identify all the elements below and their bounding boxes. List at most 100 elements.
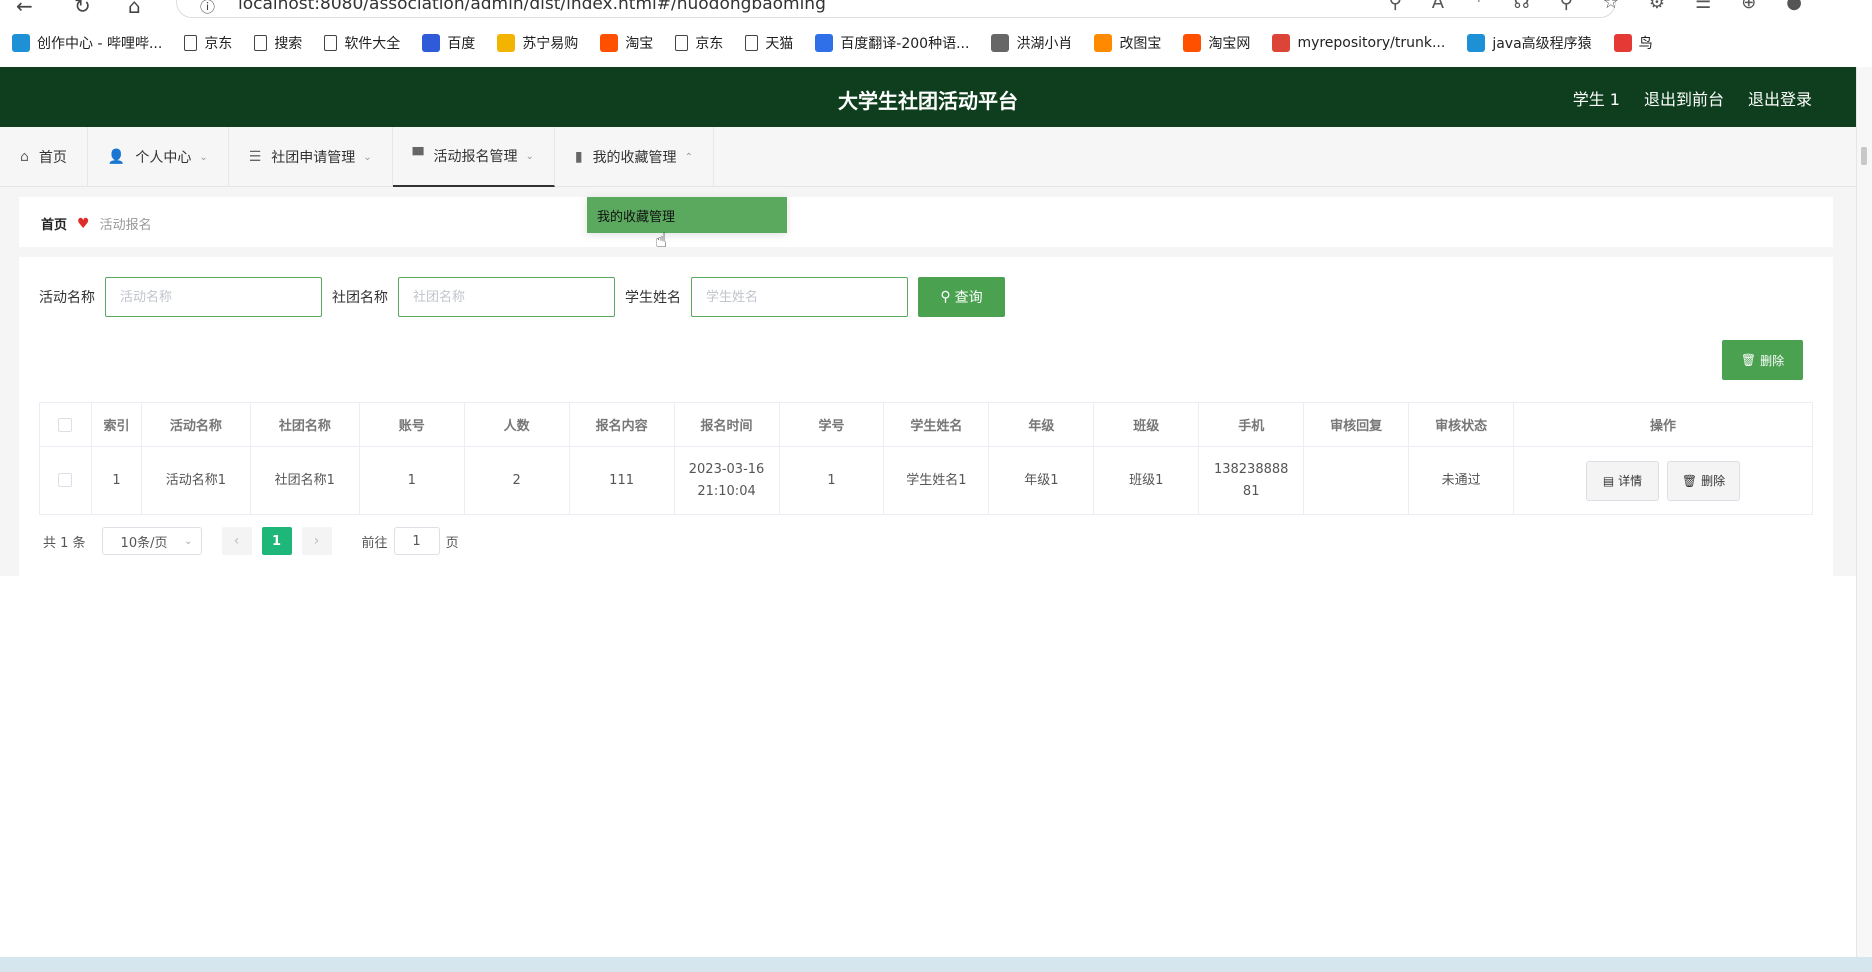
search-button[interactable]: ⚲ 查询	[918, 277, 1005, 317]
chevron-up-icon: ⌃	[684, 151, 693, 163]
select-all-checkbox[interactable]	[58, 417, 73, 432]
row-checkbox[interactable]	[58, 473, 73, 487]
bookmark-item[interactable]: 苏宁易购	[497, 33, 578, 53]
chart-icon: ▮	[574, 149, 583, 165]
search-button-label: 查询	[954, 290, 983, 306]
page-size-select[interactable]: 10条/页 ⌄	[101, 527, 202, 555]
bookmark-item[interactable]: java高级程序猿	[1467, 33, 1592, 53]
bookmark-label: 淘宝	[625, 36, 654, 52]
table-cell: 2	[463, 446, 570, 515]
refresh-icon[interactable]: ↻	[74, 0, 91, 18]
cell-value: 社团名称1	[274, 472, 335, 488]
row-delete-button[interactable]: 🗑 删除	[1667, 460, 1741, 501]
column-header: 账号	[358, 402, 465, 447]
page-scrollbar[interactable]	[1856, 67, 1872, 962]
search-icon: ⚲	[940, 289, 951, 305]
dropdown-item-favorites[interactable]: 我的收藏管理	[597, 206, 675, 225]
bookmark-label: 洪湖小肖	[1016, 36, 1073, 52]
bookmark-item[interactable]: myrepository/trunk...	[1272, 34, 1445, 52]
bookmark-item[interactable]: 创作中心 - 哔哩哔...	[12, 33, 162, 53]
bookmark-item[interactable]: 淘宝	[600, 33, 653, 53]
cell-value: 活动名称1	[165, 472, 227, 488]
bulk-delete-button[interactable]: 🗑 删除	[1722, 340, 1803, 380]
trash-icon: 🗑	[1681, 473, 1698, 488]
menu-item[interactable]: 👤 个人中心 ⌄	[88, 127, 229, 187]
baidu-paw-icon	[422, 34, 441, 52]
table-cell: 1	[358, 446, 465, 515]
main-card: 活动名称 社团名称 学生姓名 ⚲ 查询 🗑 删除 索引活动名称社团名称账号人数报…	[19, 257, 1833, 576]
cell-value: 111	[609, 472, 634, 488]
cell-value: 1	[407, 472, 416, 488]
menu-item[interactable]: ▮ 我的收藏管理 ⌃	[555, 127, 714, 187]
table-body: 1 活动名称1 社团名称1 1 2 111 2023-03-16 21:10:04 1 学生姓名…	[39, 446, 1813, 515]
column-header: 年级	[988, 402, 1095, 447]
column-header: 审核状态	[1408, 402, 1515, 447]
table-cell: 1	[90, 446, 142, 515]
bookmark-item[interactable]: 百度	[422, 33, 475, 53]
bookmark-item[interactable]: 洪湖小肖	[991, 33, 1072, 53]
goto-page-input[interactable]	[393, 527, 440, 555]
prev-page-button[interactable]: ‹	[221, 527, 252, 555]
table-cell: 学生姓名1	[883, 446, 990, 515]
table-header-row: 索引 活动名称 社团名称 账号 人数 报名内容 报名时间 学号 学生姓名 年级 班级 手机 审核回复 审核…	[39, 402, 1813, 447]
bookmark-item[interactable]: 搜索	[254, 33, 302, 53]
scrollbar-thumb[interactable]	[1861, 147, 1867, 165]
menu-item-label: 社团申请管理	[271, 150, 356, 166]
student-name-input[interactable]	[691, 277, 908, 317]
favorites-dropdown: 我的收藏管理	[587, 197, 787, 233]
bookmark-label: 淘宝网	[1208, 36, 1251, 52]
bookmarks-bar: 创作中心 - 哔哩哔... 京东 搜索 软件大全 百度 苏宁易购 淘宝 京东 天猫 百度翻译-20…	[0, 26, 1872, 60]
current-user-link[interactable]: 学生 1	[1573, 86, 1620, 110]
home-icon: ⌂	[20, 149, 29, 165]
cell-value: 2	[512, 472, 521, 488]
chevron-left-icon: ‹	[233, 533, 240, 549]
table-cell: 活动名称1	[140, 446, 251, 515]
trash-icon: 🗑	[1740, 353, 1757, 367]
bookmark-item[interactable]: 改图宝	[1094, 33, 1161, 53]
file-icon	[745, 35, 759, 51]
browser-tools-icons[interactable]: ⚲A⁺☊⚲☆⚙☰⊕●	[1389, 0, 1832, 13]
column-header: 学生姓名	[883, 402, 990, 447]
bookmark-item[interactable]: 鸟	[1613, 33, 1653, 53]
gaitubao-icon	[1094, 34, 1113, 52]
bookmark-label: 天猫	[765, 36, 794, 52]
bookmark-item[interactable]: 天猫	[745, 33, 793, 53]
bulk-delete-label: 删除	[1760, 353, 1785, 368]
back-arrow-icon[interactable]: ←	[16, 0, 33, 18]
bookmark-item[interactable]: 京东	[675, 33, 723, 53]
column-header: 人数	[463, 402, 570, 447]
bookmark-item[interactable]: 京东	[184, 33, 232, 53]
browser-toolbar: ← ↻ ⌂ ⓘ localhost:8080/association/admin…	[0, 0, 1872, 20]
bookmark-item[interactable]: 淘宝网	[1183, 33, 1250, 53]
back-to-front-link[interactable]: 退出到前台	[1644, 86, 1724, 110]
club-name-input[interactable]	[398, 277, 615, 317]
select-all-cell	[39, 402, 92, 447]
next-page-button[interactable]: ›	[301, 527, 332, 555]
menu-item[interactable]: ▀ 活动报名管理 ⌄	[392, 127, 555, 187]
breadcrumb-home[interactable]: 首页	[41, 214, 67, 233]
activity-name-input[interactable]	[105, 277, 322, 317]
table-cell	[1303, 446, 1410, 515]
bookmark-item[interactable]: 百度翻译-200种语...	[815, 33, 969, 53]
heart-icon: ♥	[77, 215, 90, 232]
bookmark-item[interactable]: 软件大全	[324, 33, 400, 53]
bookmark-label: 搜索	[274, 36, 303, 52]
menu-item[interactable]: ⌂ 首页	[0, 127, 88, 187]
detail-button[interactable]: ▤ 详情	[1586, 460, 1660, 501]
bookmark-label: 京东	[695, 36, 724, 52]
table-row: 1 活动名称1 社团名称1 1 2 111 2023-03-16 21:10:04 1 学生姓名…	[39, 446, 1813, 515]
translate-icon	[815, 34, 834, 52]
hand-cursor-icon: ☝	[655, 228, 668, 252]
club-name-label: 社团名称	[332, 290, 388, 306]
menu-item-label: 活动报名管理	[433, 149, 518, 165]
table-cell: 未通过	[1408, 446, 1515, 515]
info-icon[interactable]: ⓘ	[200, 0, 215, 17]
home-browser-icon[interactable]: ⌂	[128, 0, 141, 18]
logout-link[interactable]: 退出登录	[1748, 86, 1812, 110]
cell-value: 1	[827, 472, 836, 488]
column-header: 活动名称	[140, 402, 251, 447]
bookmark-label: java高级程序猿	[1492, 36, 1592, 52]
page-size-value: 10条/页	[120, 535, 168, 551]
menu-item[interactable]: ☰ 社团申请管理 ⌄	[229, 127, 393, 187]
page-number-current[interactable]: 1	[261, 527, 292, 555]
